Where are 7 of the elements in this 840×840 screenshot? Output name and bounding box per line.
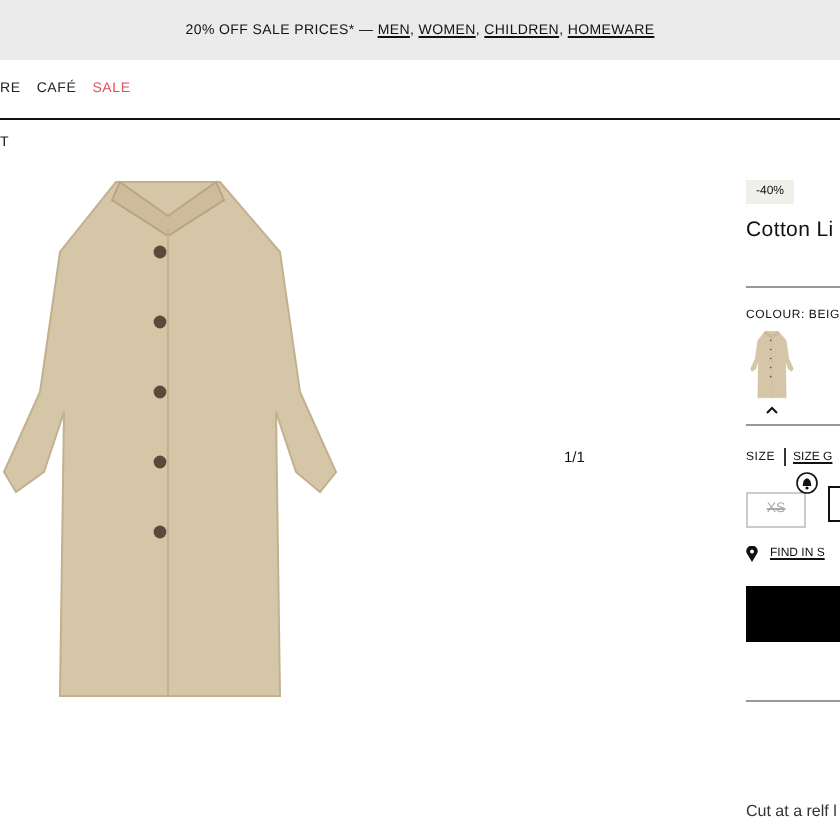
coat-thumbnail [750,330,794,400]
product-title: Cotton Li [746,218,836,242]
add-to-bag-button[interactable] [746,586,840,642]
product-description: Cut at a relf l [746,802,837,820]
caret-icon [766,406,778,414]
colour-swatch[interactable] [746,330,798,414]
location-pin-icon [746,546,758,562]
